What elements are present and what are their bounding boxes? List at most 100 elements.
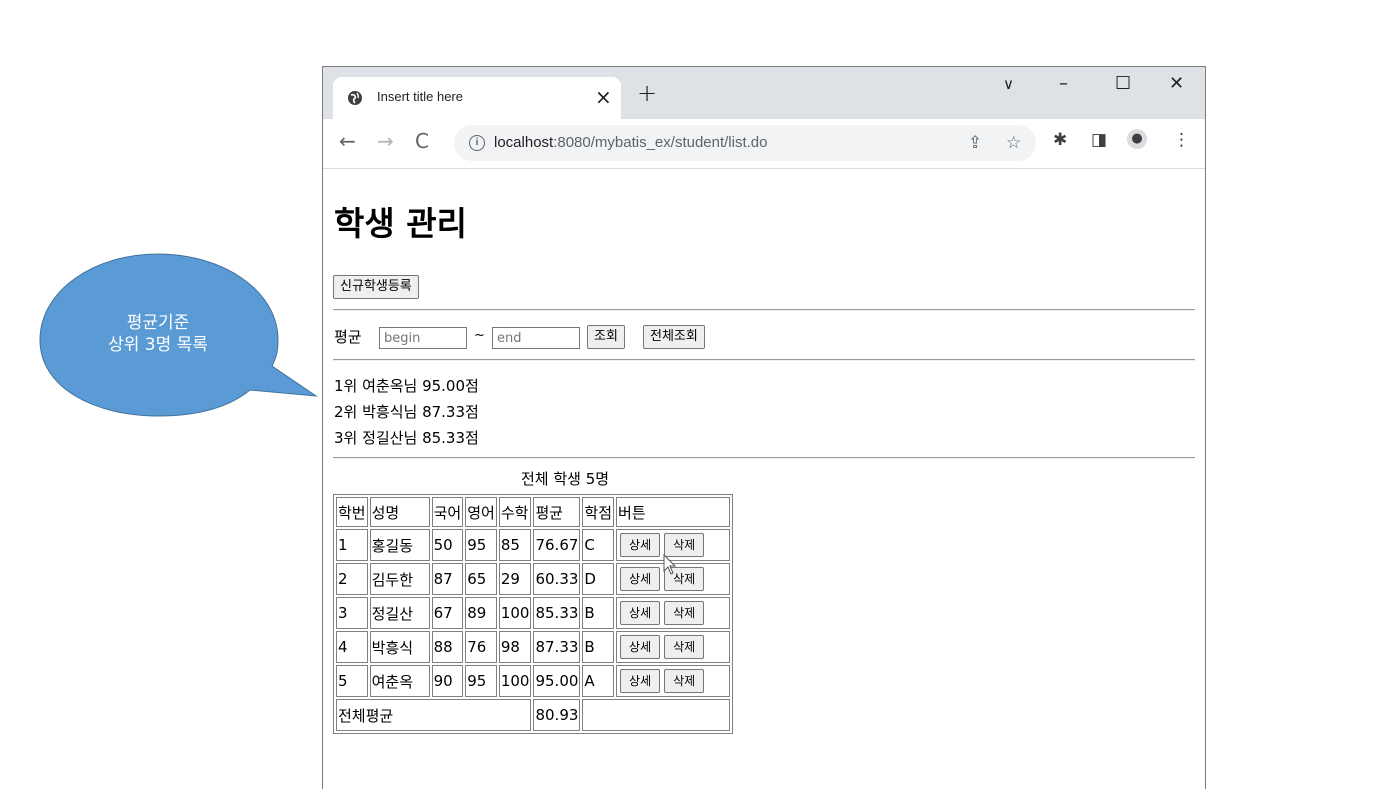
detail-button[interactable]: 상세 (620, 533, 661, 557)
rank-item-3: 3위 정길산님 85.33점 (334, 429, 479, 447)
page-title: 학생 관리 (334, 204, 467, 243)
info-icon[interactable]: i (469, 135, 485, 151)
cell-name: 정길산 (369, 597, 430, 629)
maximize-icon[interactable]: ☐ (1115, 73, 1131, 94)
tab-search-icon[interactable]: ∨ (1003, 75, 1014, 93)
detail-button[interactable]: 상세 (620, 669, 661, 693)
forward-icon[interactable]: → (377, 129, 394, 153)
cell-average: 76.67 (533, 529, 581, 561)
divider-3 (333, 457, 1195, 459)
cell-math: 85 (498, 529, 532, 561)
cell-english: 89 (465, 597, 497, 629)
cell-english: 65 (465, 563, 497, 595)
table-row: 3 정길산 67 89 100 85.33 B 상세 삭제 (336, 597, 731, 629)
cell-math: 29 (498, 563, 532, 595)
cell-id: 5 (336, 665, 368, 697)
cell-korean: 88 (431, 631, 464, 663)
delete-button[interactable]: 삭제 (664, 601, 705, 625)
cell-math: 98 (498, 631, 532, 663)
url-text[interactable]: localhost:8080/mybatis_ex/student/list.d… (494, 134, 768, 151)
header-cell: 버튼 (616, 497, 731, 527)
student-table: 학번 성명 국어 영어 수학 평균 학점 버튼 1 홍길동 50 95 85 7… (333, 494, 734, 734)
back-icon[interactable]: ← (339, 129, 356, 153)
cell-english: 76 (465, 631, 497, 663)
average-label: 평균 (334, 328, 362, 346)
header-cell: 학점 (582, 497, 615, 527)
cell-math: 100 (498, 665, 532, 697)
close-window-icon[interactable]: ✕ (1169, 73, 1184, 94)
table-row: 4 박흥식 88 76 98 87.33 B 상세 삭제 (336, 631, 731, 663)
share-icon[interactable]: ⇪ (968, 133, 982, 153)
cell-grade: D (582, 563, 615, 595)
extensions-icon[interactable]: ✱ (1053, 130, 1067, 150)
minimize-icon[interactable]: – (1059, 73, 1068, 94)
cell-korean: 50 (431, 529, 464, 561)
cell-buttons: 상세 삭제 (616, 665, 731, 697)
cell-math: 100 (498, 597, 532, 629)
footer-label: 전체평균 (336, 699, 532, 731)
rank-item-2: 2위 박흥식님 87.33점 (334, 403, 479, 421)
reload-icon[interactable]: C (415, 129, 429, 153)
search-button[interactable]: 조회 (587, 325, 625, 349)
globe-icon (348, 91, 362, 105)
cell-name: 박흥식 (369, 631, 430, 663)
range-tilde: ~ (474, 328, 485, 343)
browser-tab[interactable]: Insert title here × (333, 77, 621, 119)
tab-title: Insert title here (377, 89, 463, 104)
register-student-button[interactable]: 신규학생등록 (333, 275, 419, 299)
header-cell: 수학 (498, 497, 532, 527)
delete-button[interactable]: 삭제 (664, 635, 705, 659)
close-tab-icon[interactable]: × (595, 85, 612, 109)
new-tab-icon[interactable]: + (637, 79, 657, 107)
footer-empty (582, 699, 731, 731)
cell-korean: 90 (431, 665, 464, 697)
begin-input[interactable] (379, 327, 467, 349)
cell-buttons: 상세 삭제 (616, 597, 731, 629)
table-header-row: 학번 성명 국어 영어 수학 평균 학점 버튼 (336, 497, 731, 527)
cell-buttons: 상세 삭제 (616, 631, 731, 663)
cell-average: 95.00 (533, 665, 581, 697)
cell-average: 87.33 (533, 631, 581, 663)
profile-avatar-icon[interactable]: ● (1127, 129, 1147, 149)
header-cell: 학번 (336, 497, 368, 527)
side-panel-icon[interactable]: ◨ (1091, 130, 1107, 150)
table-row: 5 여춘옥 90 95 100 95.00 A 상세 삭제 (336, 665, 731, 697)
page-content: 학생 관리 신규학생등록 평균 ~ 조회 전체조회 1위 여춘옥님 95.00점… (323, 169, 1205, 789)
url-path: :8080/mybatis_ex/student/list.do (553, 134, 768, 151)
cell-name: 홍길동 (369, 529, 430, 561)
cell-name: 김두한 (369, 563, 430, 595)
callout-text: 평균기준 상위 3명 목록 (58, 312, 258, 356)
end-input[interactable] (492, 327, 580, 349)
address-bar[interactable]: i localhost:8080/mybatis_ex/student/list… (454, 125, 1036, 161)
cell-english: 95 (465, 665, 497, 697)
callout-bubble (39, 253, 318, 417)
divider-1 (333, 309, 1195, 311)
header-cell: 성명 (369, 497, 430, 527)
rank-item-1: 1위 여춘옥님 95.00점 (334, 377, 479, 395)
url-host: localhost (494, 134, 554, 151)
tab-strip: Insert title here × + ∨ – ☐ ✕ (323, 67, 1205, 119)
delete-button[interactable]: 삭제 (664, 669, 705, 693)
cell-id: 3 (336, 597, 368, 629)
footer-average: 80.93 (533, 699, 581, 731)
cell-korean: 67 (431, 597, 464, 629)
cell-grade: B (582, 597, 615, 629)
cell-korean: 87 (431, 563, 464, 595)
detail-button[interactable]: 상세 (620, 567, 661, 591)
callout-line-1: 평균기준 (126, 313, 190, 333)
cell-id: 2 (336, 563, 368, 595)
view-all-button[interactable]: 전체조회 (643, 325, 705, 349)
menu-kebab-icon[interactable]: ⋮ (1173, 130, 1190, 150)
cell-id: 4 (336, 631, 368, 663)
cell-id: 1 (336, 529, 368, 561)
browser-window: Insert title here × + ∨ – ☐ ✕ ← → C i lo… (322, 66, 1206, 789)
header-cell: 국어 (431, 497, 464, 527)
cell-grade: C (582, 529, 615, 561)
cell-english: 95 (465, 529, 497, 561)
detail-button[interactable]: 상세 (620, 635, 661, 659)
callout-line-2: 상위 3명 목록 (108, 335, 208, 355)
star-icon[interactable]: ☆ (1006, 133, 1021, 153)
divider-2 (333, 359, 1195, 361)
detail-button[interactable]: 상세 (620, 601, 661, 625)
mouse-cursor-icon (663, 554, 677, 575)
